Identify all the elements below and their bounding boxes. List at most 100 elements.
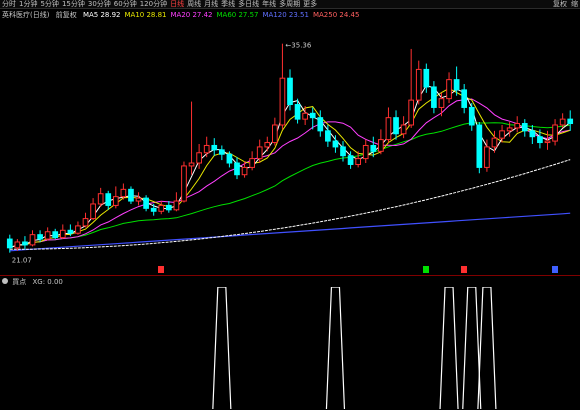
candle-body [264, 142, 271, 148]
candle-body [14, 241, 21, 249]
sub-indicator-line: 買点 XG: 0.00 [2, 277, 63, 287]
period-tab[interactable]: 日线 [170, 0, 184, 9]
candle-body [211, 144, 218, 151]
signal-indicator-chart[interactable] [0, 287, 580, 410]
candle-body [150, 207, 157, 212]
candle-body [105, 193, 112, 206]
period-tab[interactable]: 多日线 [238, 0, 259, 9]
candle-body [143, 197, 149, 209]
candle-body [294, 104, 301, 120]
period-tab[interactable]: 120分钟 [140, 0, 167, 9]
ma10-line [9, 87, 571, 249]
candle-body [514, 123, 521, 129]
candle-body [476, 124, 483, 168]
candle-body [181, 165, 187, 202]
candle-body [325, 130, 331, 142]
low-price-label: 21.07 [12, 257, 32, 265]
candle-body [378, 139, 384, 152]
candle-body [461, 89, 468, 108]
buy-signal-spike [325, 287, 346, 410]
period-tab[interactable]: 周线 [187, 0, 201, 9]
candle-body [279, 77, 286, 126]
candle-body [355, 158, 362, 165]
period-tab[interactable]: 30分钟 [88, 0, 111, 9]
candle-body [234, 162, 240, 176]
ma-legend-item: MA120 23.51 [262, 11, 309, 19]
period-tab[interactable]: 季线 [221, 0, 235, 9]
main-indicator-line: 英科医疗(日线) 前复权 MA5 28.92 MA10 28.81 MA20 27.… [2, 10, 367, 20]
ma-legend-item: MA10 28.81 [124, 11, 167, 19]
candle-body [90, 203, 96, 220]
sub-indicator-icon [2, 278, 8, 284]
candle-body [537, 136, 543, 144]
candle-body [400, 124, 407, 135]
candle-body [385, 117, 392, 141]
sub-indicator-title[interactable]: 買点 [12, 278, 26, 286]
pane-divider[interactable] [0, 275, 580, 276]
candle-body [423, 68, 430, 88]
candle-body [67, 229, 74, 234]
candle-body [446, 79, 452, 100]
candle-body [135, 197, 142, 202]
sub-indicator-value: XG: 0.00 [32, 278, 63, 286]
candle-body [196, 152, 202, 164]
ma-legend-item: MA60 27.57 [216, 11, 259, 19]
candle-body [431, 86, 437, 108]
period-tab[interactable]: 月线 [204, 0, 218, 9]
candle-body [44, 231, 51, 240]
candle-body [340, 146, 346, 157]
candle-body [468, 106, 475, 126]
buy-signal-spike [212, 287, 232, 410]
ma-legend: MA5 28.92 MA10 28.81 MA20 27.42 MA60 27.57 M… [83, 11, 363, 19]
toolbar-right-button[interactable]: 缩 [571, 0, 578, 9]
high-price-label: ←35.36 [285, 42, 311, 50]
candle-body [6, 238, 13, 249]
period-tab[interactable]: 60分钟 [114, 0, 137, 9]
candle-body [226, 153, 233, 164]
stock-title: 英科医疗(日线) [2, 11, 50, 19]
candle-body [567, 118, 574, 125]
candle-body [128, 188, 134, 202]
ma-legend-item: MA250 24.45 [312, 11, 360, 19]
ma-legend-item: MA5 28.92 [82, 11, 121, 19]
candle-body [499, 130, 505, 139]
period-tab[interactable]: 5分钟 [40, 0, 58, 9]
period-tab[interactable]: 分时 [2, 0, 16, 9]
candle-body [37, 234, 43, 240]
more-button[interactable]: 更多 [303, 0, 317, 9]
toolbar-right-button[interactable]: 复权 [553, 0, 567, 9]
period-tab[interactable]: 1分钟 [19, 0, 37, 9]
candle-body [362, 144, 369, 160]
candle-body [559, 118, 566, 126]
candle-body [370, 144, 377, 152]
candle-body [203, 144, 210, 154]
candle-body [544, 140, 551, 144]
candle-body [82, 218, 89, 227]
candle-body [393, 117, 399, 135]
ma-legend-item: MA20 27.42 [170, 11, 213, 19]
period-tab[interactable]: 年线 [262, 0, 276, 9]
candle-body [332, 140, 339, 148]
candle-body [75, 225, 81, 234]
period-tab[interactable]: 多周期 [279, 0, 300, 9]
candle-body [173, 200, 180, 211]
candle-body [29, 234, 36, 246]
candle-body [241, 166, 248, 176]
period-tab[interactable]: 15分钟 [62, 0, 85, 9]
candle-body [22, 241, 28, 246]
adjust-mode[interactable]: 前复权 [56, 11, 77, 19]
candle-body [529, 130, 536, 138]
candle-body [188, 162, 195, 167]
candle-body [272, 124, 278, 144]
candle-body [97, 193, 104, 205]
signal-marker-icon [423, 266, 430, 273]
candlestick-chart[interactable]: ←35.36 21.07 [0, 21, 580, 267]
candle-body [218, 149, 225, 155]
candle-body [521, 123, 528, 132]
candle-body [158, 204, 165, 212]
candle-body [491, 137, 498, 148]
candle-body [317, 117, 324, 132]
candle-body [120, 188, 127, 198]
candle-body [287, 77, 293, 106]
candle-body [347, 155, 354, 165]
